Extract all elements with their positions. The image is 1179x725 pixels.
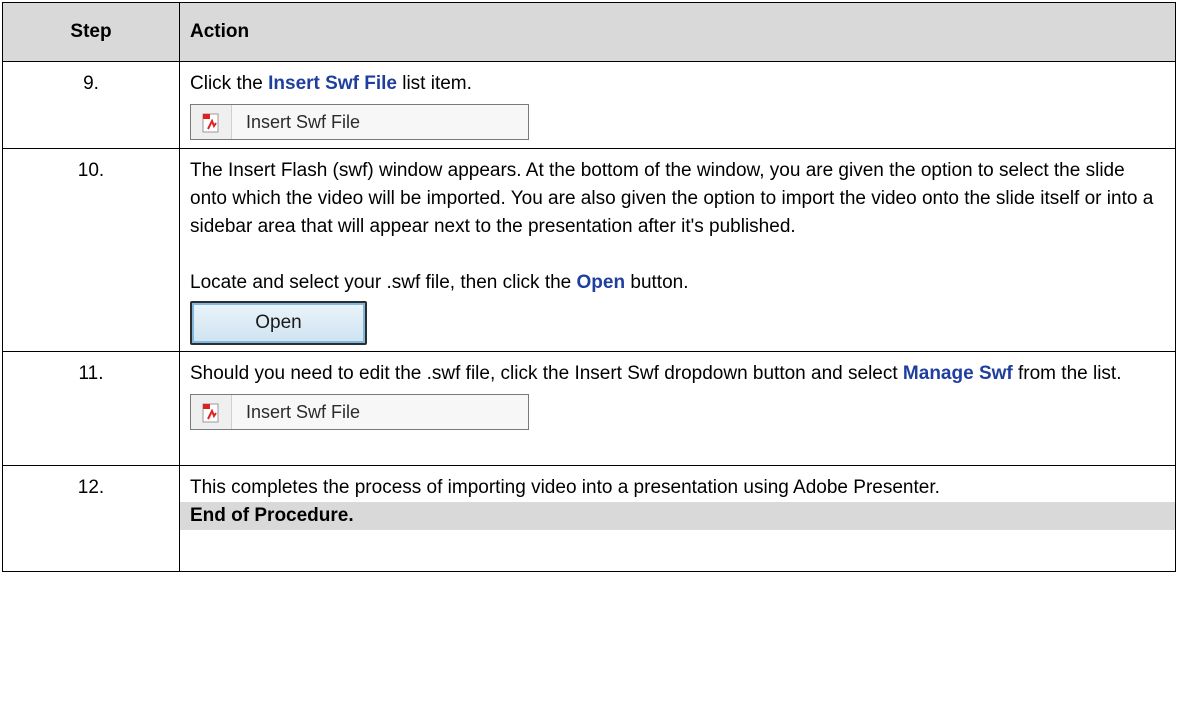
- step-instruction: Click the Insert Swf File list item.: [190, 73, 472, 94]
- step-number: 11.: [2, 351, 180, 466]
- insert-swf-file-list-item[interactable]: Insert Swf File: [190, 104, 529, 140]
- end-of-procedure: End of Procedure.: [180, 502, 1175, 530]
- table-row: 11. Should you need to edit the .swf fil…: [2, 351, 1176, 466]
- table-row: 9. Click the Insert Swf File list item. …: [2, 61, 1176, 149]
- insert-swf-file-list-item[interactable]: Insert Swf File: [190, 394, 529, 430]
- keyword: Manage Swf: [902, 363, 1013, 384]
- list-item-label: Insert Swf File: [246, 112, 361, 132]
- step-action: The Insert Flash (swf) window appears. A…: [179, 148, 1176, 352]
- swf-file-icon: [191, 395, 232, 429]
- step-action: This completes the process of importing …: [179, 465, 1176, 572]
- step-number: 9.: [2, 61, 180, 149]
- step-description: This completes the process of importing …: [190, 477, 940, 498]
- step-action: Should you need to edit the .swf file, c…: [179, 351, 1176, 466]
- step-description: The Insert Flash (swf) window appears. A…: [190, 160, 1154, 237]
- table-row: 10. The Insert Flash (swf) window appear…: [2, 148, 1176, 352]
- step-instruction: Locate and select your .swf file, then c…: [190, 272, 689, 293]
- step-column-header: Step: [2, 2, 180, 62]
- keyword: Insert Swf File: [268, 73, 397, 94]
- step-number: 12.: [2, 465, 180, 572]
- table-row: 12. This completes the process of import…: [2, 465, 1176, 572]
- action-column-header: Action: [179, 2, 1176, 62]
- list-item-label: Insert Swf File: [246, 402, 361, 422]
- keyword: Open: [576, 272, 626, 293]
- step-instruction: Should you need to edit the .swf file, c…: [190, 363, 1122, 384]
- step-number: 10.: [2, 148, 180, 352]
- step-action: Click the Insert Swf File list item. Ins…: [179, 61, 1176, 149]
- table-header-row: Step Action: [2, 2, 1176, 62]
- procedure-table: Step Action 9. Click the Insert Swf File…: [2, 2, 1176, 572]
- swf-file-icon: [191, 105, 232, 139]
- open-button[interactable]: Open: [190, 301, 367, 345]
